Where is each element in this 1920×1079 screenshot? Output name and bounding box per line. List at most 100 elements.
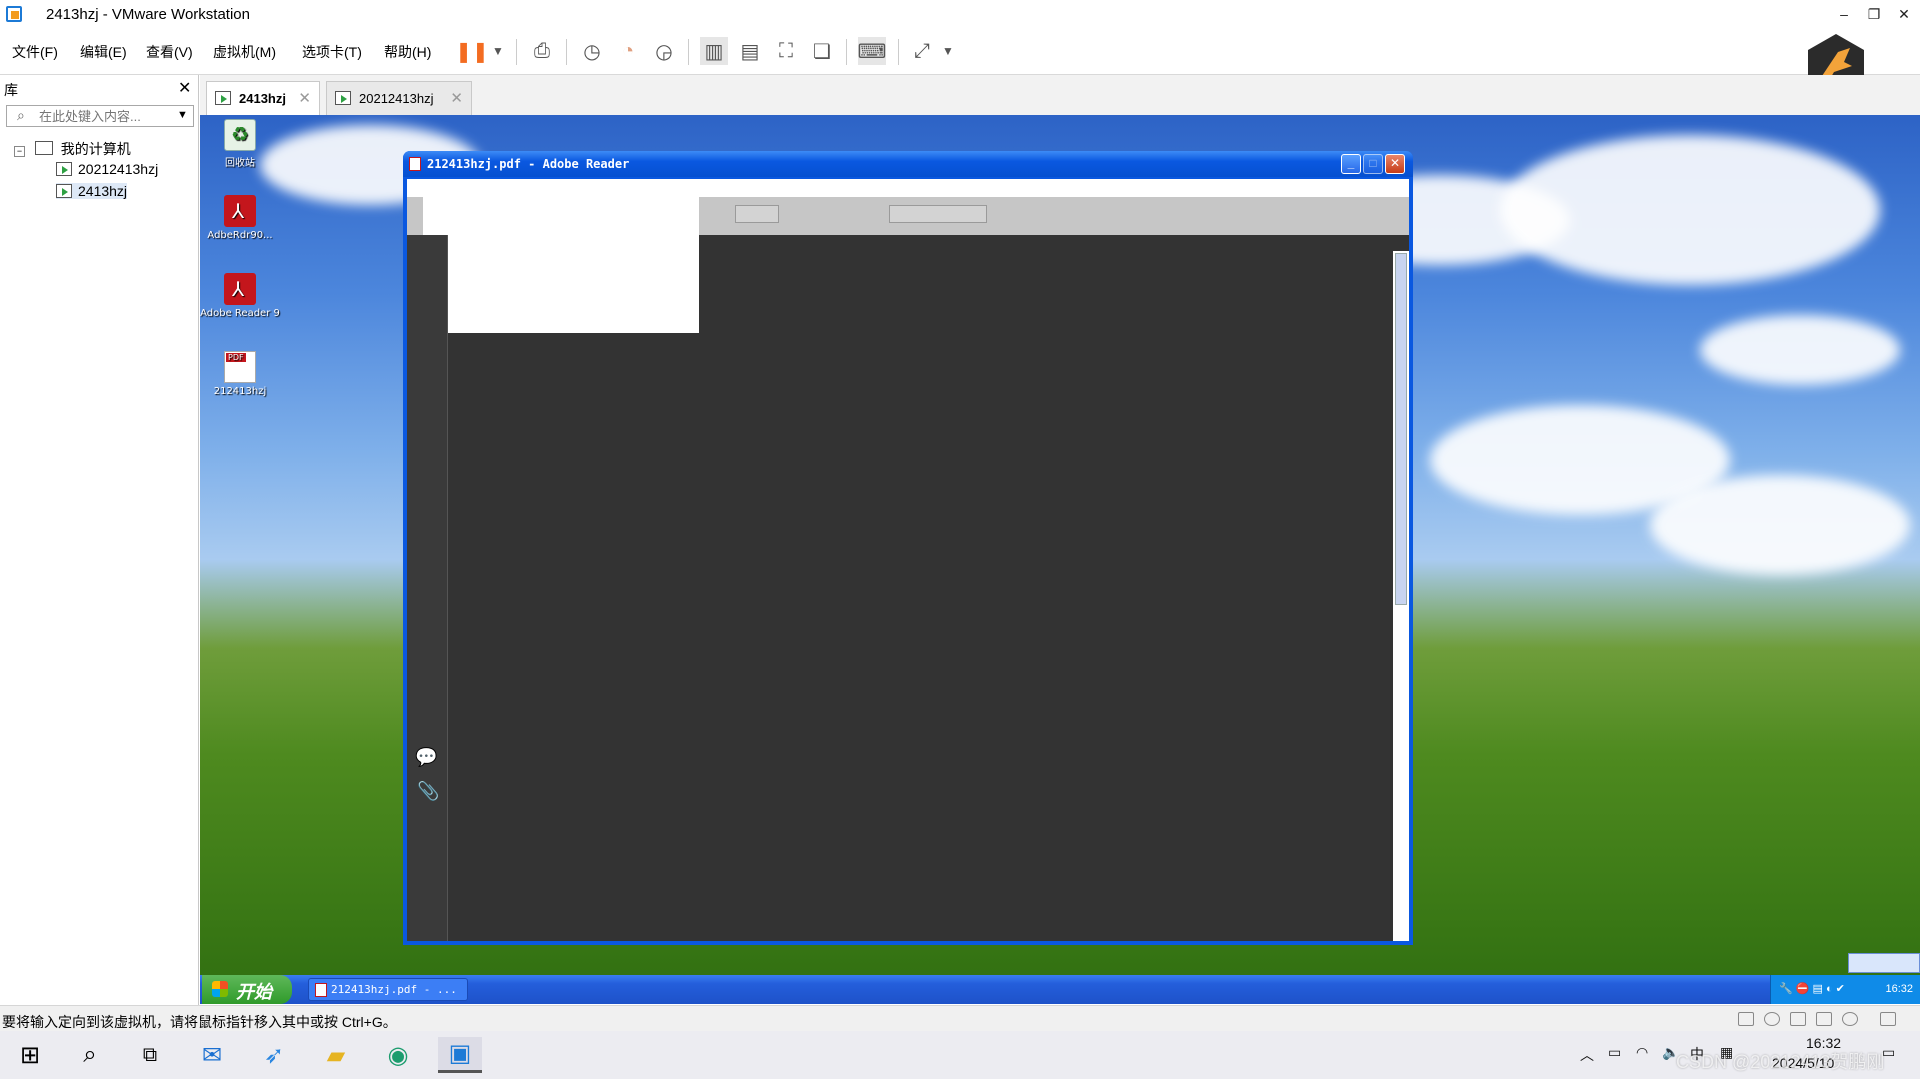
sound-card-icon[interactable] [1816, 1012, 1832, 1026]
status-bar: 要将输入定向到该虚拟机，请将鼠标指针移入其中或按 Ctrl+G。 [0, 1005, 1920, 1032]
computer-icon [34, 141, 53, 155]
desktop-icon-adberdr[interactable]: AdbeRdr90... [200, 195, 280, 241]
menu-tabs[interactable]: 选项卡(T) [302, 42, 362, 62]
tab-label: 2413hzj [239, 91, 286, 106]
send-ctrl-alt-del-icon[interactable]: ⎙ [528, 37, 556, 65]
desktop-icon-adobe-reader[interactable]: Adobe Reader 9 [200, 273, 280, 319]
snapshot-icon[interactable]: ◷ [578, 37, 606, 65]
vm-icon [56, 184, 72, 198]
close-tab-icon[interactable]: ✕ [450, 89, 463, 107]
show-library-icon[interactable]: ▥ [700, 37, 728, 65]
pdf-icon [315, 983, 327, 997]
collapse-icon[interactable]: − [14, 146, 25, 157]
reader-minimize-button[interactable]: _ [1341, 154, 1361, 174]
toolbar-separator [898, 39, 899, 65]
reader-close-button[interactable]: ✕ [1385, 154, 1405, 174]
guest-screen[interactable]: 回收站 AdbeRdr90... Adobe Reader 9 212413hz… [200, 115, 1920, 1004]
vmware-taskbar-icon[interactable]: ▣ [438, 1037, 482, 1073]
navigation-pane: 💬 📎 [407, 235, 448, 941]
windows-flag-icon [212, 981, 228, 997]
stretch-guest-icon[interactable]: ⤢ [908, 37, 936, 65]
start-label: 开始 [236, 982, 272, 1002]
taskbar-button-label: 212413hzj.pdf - ... [331, 983, 457, 996]
toolbar-separator [688, 39, 689, 65]
tree-item-20212413hzj[interactable]: 20212413hzj [56, 161, 158, 177]
battery-icon[interactable]: ▭ [1608, 1044, 1621, 1061]
library-search-input[interactable] [37, 108, 171, 125]
chevron-down-icon[interactable]: ▼ [934, 37, 962, 65]
start-button[interactable]: 开始 [202, 975, 292, 1004]
unity-icon[interactable]: ❏ [808, 37, 836, 65]
usb-icon[interactable] [1842, 1012, 1858, 1026]
desktop-icon-label: 回收站 [225, 158, 255, 169]
zoom-input[interactable] [889, 205, 987, 223]
language-bar[interactable] [1848, 953, 1920, 973]
comments-icon[interactable]: 💬 [415, 747, 437, 768]
desktop-icon-pdf[interactable]: 212413hzj [200, 351, 280, 397]
window-title: 2413hzj - VMware Workstation [46, 6, 250, 23]
xp-clock: 16:32 [1885, 983, 1913, 995]
hard-disk-icon[interactable] [1738, 1012, 1754, 1026]
dropdown-arrow-icon[interactable]: ▼ [177, 109, 188, 121]
adobe-installer-icon [224, 195, 256, 227]
tab-label: 20212413hzj [359, 91, 434, 106]
toolbar-separator [566, 39, 567, 65]
reader-client-area[interactable]: 💬 📎 [407, 179, 1409, 941]
cd-dvd-icon[interactable] [1764, 1012, 1780, 1026]
xp-taskbar: 开始 212413hzj.pdf - ... 🔧 ⛔ ▤ ◐ ✔ 16:32 [200, 975, 1920, 1004]
tab-2413hzj[interactable]: 2413hzj ✕ [206, 81, 320, 115]
file-explorer-icon[interactable]: ▰ [314, 1037, 358, 1073]
menu-view[interactable]: 查看(V) [146, 42, 193, 62]
host-taskbar: ⊞ ⌕ ⧉ ✉ ➶ ▰ ◉ ▣ ︿ ▭ ◠ 🔈 中 ▦ 16:32 2024/5… [0, 1031, 1920, 1079]
adobe-reader-icon [224, 273, 256, 305]
feishu-icon[interactable]: ➶ [252, 1037, 296, 1073]
thumbnail-bar-icon[interactable]: ▤ [736, 37, 764, 65]
desktop-icon-label: Adobe Reader 9 [200, 308, 280, 319]
windows-start-icon[interactable]: ⊞ [8, 1037, 52, 1073]
unrendered-overlay [423, 197, 699, 333]
close-tab-icon[interactable]: ✕ [298, 89, 311, 107]
task-view-icon[interactable]: ⧉ [128, 1037, 172, 1073]
close-library-icon[interactable]: ✕ [178, 78, 191, 98]
message-log-icon[interactable] [1880, 1012, 1896, 1026]
menu-help[interactable]: 帮助(H) [384, 42, 431, 62]
full-screen-icon[interactable]: ⛶ [772, 37, 800, 65]
tab-20212413hzj[interactable]: 20212413hzj ✕ [326, 81, 472, 115]
adobe-reader-window[interactable]: 212413hzj.pdf - Adobe Reader _ □ ✕ 💬 📎 [403, 151, 1413, 945]
revert-snapshot-icon[interactable]: ◔ [614, 37, 642, 65]
close-button[interactable]: ✕ [1894, 4, 1914, 24]
desktop-icon-label: 212413hzj [213, 386, 267, 397]
tree-root[interactable]: − 我的计算机 [14, 139, 131, 159]
reader-maximize-button[interactable]: □ [1363, 154, 1383, 174]
restore-button[interactable]: ❐ [1864, 4, 1884, 24]
page-number-input[interactable] [735, 205, 779, 223]
desktop-icon-recycle-bin[interactable]: 回收站 [200, 119, 280, 169]
search-icon[interactable]: ⌕ [68, 1037, 112, 1073]
tree-item-2413hzj[interactable]: 2413hzj [56, 183, 128, 199]
library-search[interactable]: ⌕ ▼ [6, 105, 194, 127]
attachments-icon[interactable]: 📎 [417, 781, 439, 802]
chevron-down-icon[interactable]: ▼ [484, 37, 512, 65]
vmware-app-icon [6, 6, 22, 22]
minimize-button[interactable]: – [1834, 4, 1854, 24]
reader-title: 212413hzj.pdf - Adobe Reader [427, 157, 630, 171]
console-view-icon[interactable]: ⌨ [858, 37, 886, 65]
pause-icon[interactable]: ❚❚ [455, 37, 489, 65]
tree-item-label: 20212413hzj [78, 161, 159, 177]
cloud [1700, 315, 1900, 385]
snapshot-manager-icon[interactable]: ◶ [650, 37, 678, 65]
menu-file[interactable]: 文件(F) [12, 42, 58, 62]
wifi-icon[interactable]: ◠ [1636, 1044, 1648, 1061]
menu-edit[interactable]: 编辑(E) [80, 42, 127, 62]
tray-icons[interactable]: 🔧 ⛔ ▤ ◐ ✔ [1779, 982, 1845, 995]
network-adapter-icon[interactable] [1790, 1012, 1806, 1026]
scrollbar-thumb[interactable] [1395, 253, 1407, 605]
mail-icon[interactable]: ✉ [190, 1037, 234, 1073]
menu-vm[interactable]: 虚拟机(M) [213, 42, 276, 62]
reader-title-bar[interactable]: 212413hzj.pdf - Adobe Reader _ □ ✕ [403, 151, 1413, 177]
reader-menu-bar [407, 179, 1409, 197]
edge-icon[interactable]: ◉ [376, 1037, 420, 1073]
taskbar-reader-button[interactable]: 212413hzj.pdf - ... [308, 978, 468, 1001]
chevron-up-icon[interactable]: ︿ [1580, 1045, 1594, 1065]
tree-root-label: 我的计算机 [60, 141, 131, 157]
